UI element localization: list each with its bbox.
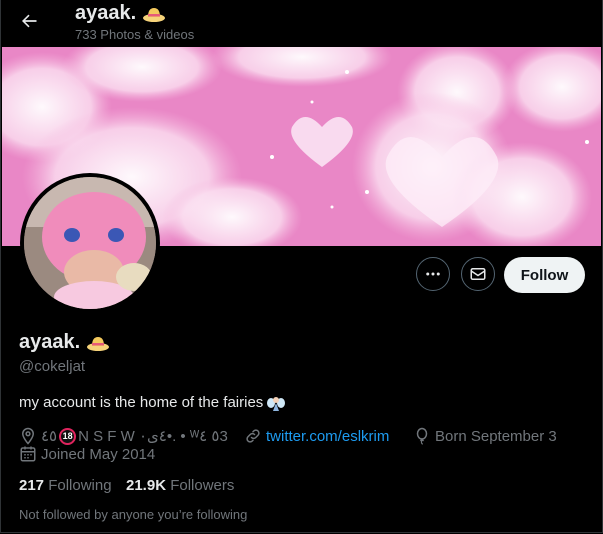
link-icon bbox=[246, 429, 260, 443]
born-text: Born September 3 bbox=[435, 427, 557, 445]
followers-stat[interactable]: 21.9K Followers bbox=[126, 477, 234, 494]
no-under-18-icon: 18 bbox=[59, 427, 77, 445]
profile-name-text: ayaak. bbox=[19, 331, 81, 353]
profile-joined: Joined May 2014 bbox=[19, 445, 155, 463]
avatar-photo bbox=[24, 177, 156, 309]
profile-location: ٤٥ 18 N S F W ٤ى٠•. • ᵂ٥ ٤3 bbox=[19, 427, 228, 445]
straw-hat-emoji-icon bbox=[142, 7, 165, 22]
header-name: ayaak. bbox=[75, 2, 137, 24]
more-dots-icon bbox=[426, 272, 440, 276]
followers-count: 21.9K bbox=[126, 477, 167, 494]
followers-label: Followers bbox=[170, 477, 235, 494]
follow-button[interactable]: Follow bbox=[504, 257, 585, 293]
envelope-icon bbox=[470, 268, 486, 280]
website-link[interactable]: twitter.com/eslkrim bbox=[266, 428, 389, 445]
fairy-emoji-icon bbox=[267, 397, 286, 412]
location-pin-icon bbox=[21, 427, 35, 445]
joined-text: Joined May 2014 bbox=[41, 445, 156, 463]
profile-handle: @cokeljat bbox=[19, 358, 86, 375]
message-button[interactable] bbox=[461, 257, 495, 291]
bio-text: my account is the home of the fairies bbox=[19, 394, 264, 411]
straw-hat-emoji-icon bbox=[86, 336, 109, 351]
followed-by-note: Not followed by anyone you’re following bbox=[19, 507, 248, 522]
profile-birthday: Born September 3 bbox=[413, 427, 557, 445]
header-media-count: 733 Photos & videos bbox=[75, 27, 195, 42]
following-count: 217 bbox=[19, 477, 45, 494]
profile-bio: my account is the home of the fairies bbox=[19, 394, 286, 412]
profile-avatar[interactable] bbox=[20, 173, 160, 313]
arrow-left-icon bbox=[22, 14, 37, 28]
back-button[interactable] bbox=[13, 5, 45, 37]
more-options-button[interactable] bbox=[416, 257, 450, 291]
balloon-icon bbox=[416, 427, 428, 445]
following-label: Following bbox=[48, 477, 112, 494]
calendar-icon bbox=[20, 446, 36, 462]
location-text: N S F W ٤ى٠•. • ᵂ٥ ٤3 bbox=[78, 428, 228, 445]
profile-name: ayaak. bbox=[19, 331, 110, 354]
following-stat[interactable]: 217 Following bbox=[19, 477, 112, 494]
profile-website[interactable]: twitter.com/eslkrim bbox=[244, 427, 389, 445]
header-title: ayaak. bbox=[75, 2, 166, 25]
location-prefix: ٤٥ bbox=[41, 428, 58, 445]
